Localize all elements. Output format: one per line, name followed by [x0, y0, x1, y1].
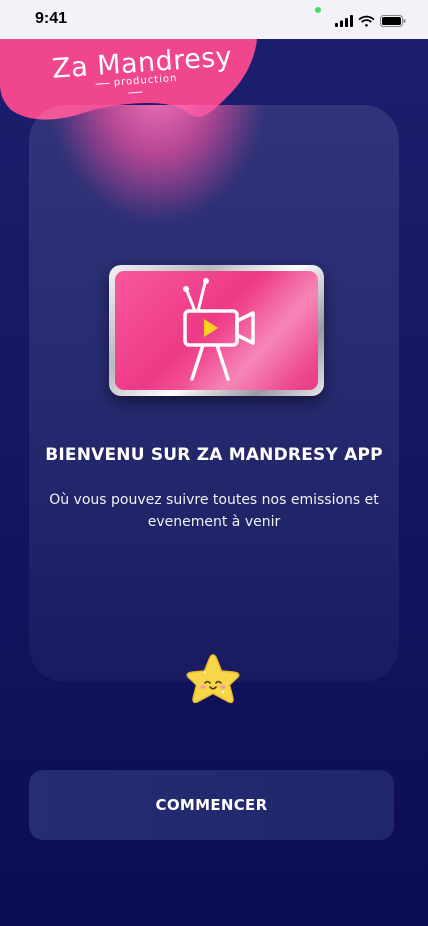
- status-bar: 9:41: [0, 0, 428, 39]
- tv-illustration: [109, 265, 324, 396]
- welcome-description: Où vous pouvez suivre toutes nos emissio…: [49, 492, 379, 530]
- privacy-indicator-dot: [315, 7, 321, 13]
- smiling-star-icon: [186, 654, 240, 704]
- status-time: 9:41: [35, 10, 68, 27]
- wifi-icon: [358, 15, 375, 27]
- status-icons: [335, 15, 406, 27]
- welcome-card: BIENVENU SUR ZA MANDRESY APP Où vous pou…: [29, 105, 399, 682]
- tv-screen: [115, 271, 318, 390]
- battery-icon: [380, 15, 406, 27]
- welcome-title: BIENVENU SUR ZA MANDRESY APP: [45, 445, 383, 465]
- tv-camera-icon: [183, 278, 255, 381]
- pink-glow: [47, 105, 267, 225]
- cellular-signal-icon: [335, 15, 353, 27]
- start-button[interactable]: COMMENCER: [29, 770, 394, 840]
